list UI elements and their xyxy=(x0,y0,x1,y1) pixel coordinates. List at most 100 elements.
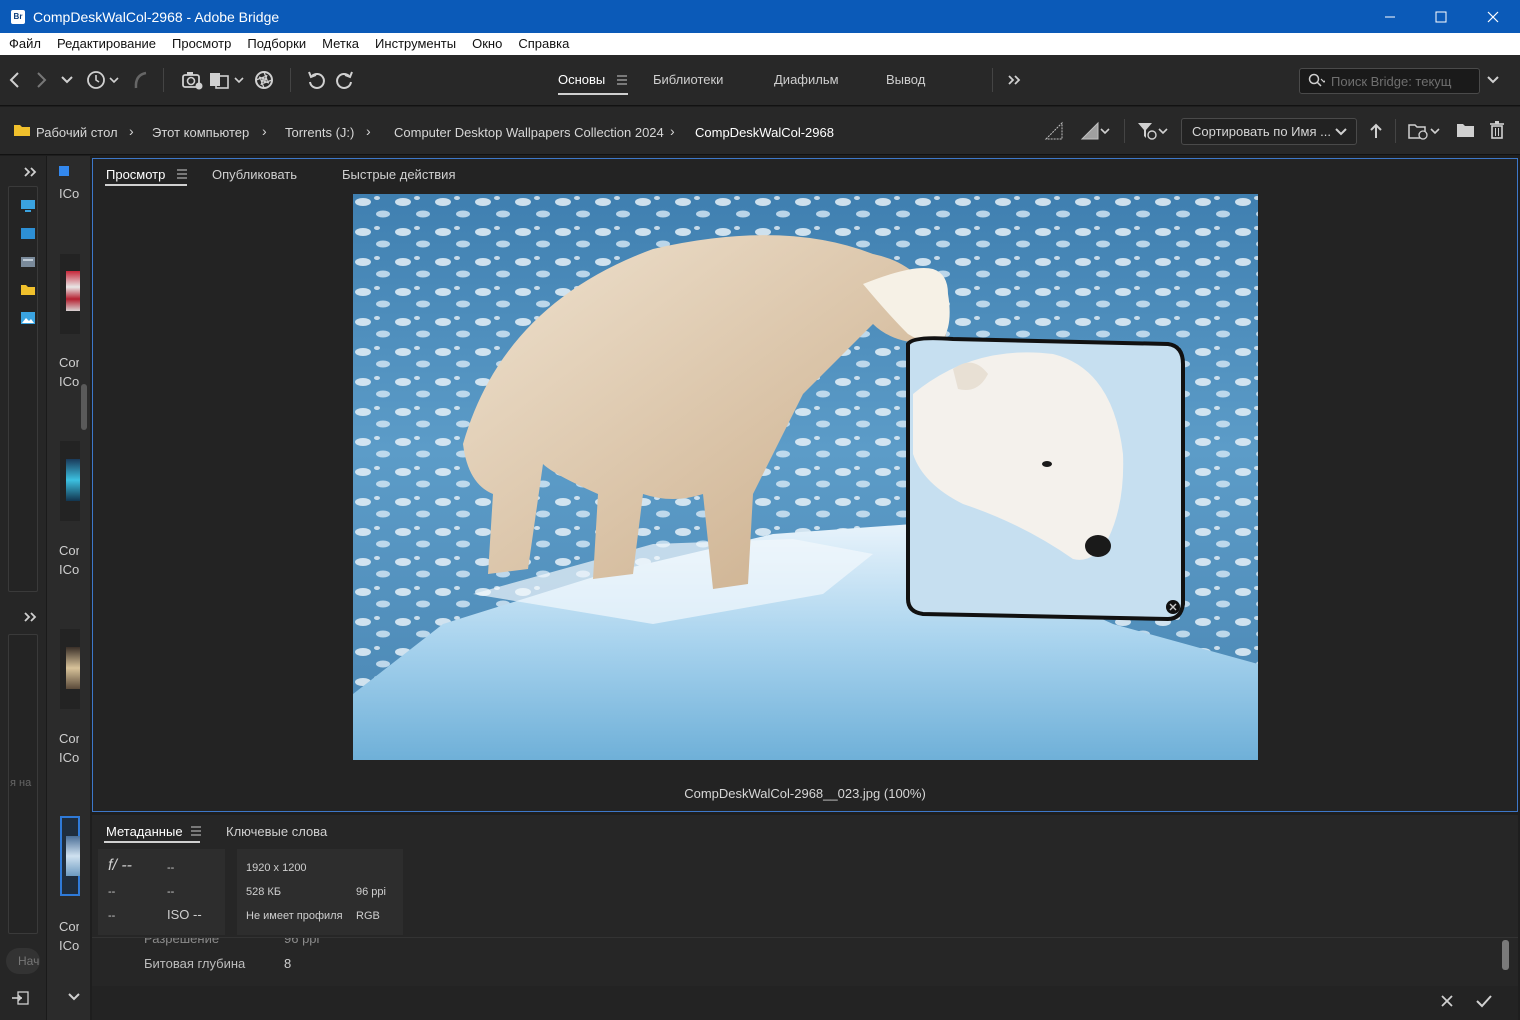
content-item-label[interactable]: Cor xyxy=(59,543,79,558)
content-item-label[interactable]: ICol xyxy=(59,562,79,577)
forward-button[interactable] xyxy=(32,68,50,92)
refine-button[interactable] xyxy=(208,68,246,92)
chevron-down-icon[interactable] xyxy=(67,992,81,1002)
tab-metadata[interactable]: Метаданные xyxy=(106,824,183,839)
sort-ascending-icon[interactable] xyxy=(1368,122,1384,140)
tab-publish[interactable]: Опубликовать xyxy=(212,167,297,182)
back-icon xyxy=(9,72,19,88)
rating-filter-icon[interactable] xyxy=(1080,121,1112,141)
metadata-scrollbar-thumb[interactable] xyxy=(1502,940,1509,970)
content-item-label[interactable]: Cor xyxy=(59,919,79,934)
history-icon xyxy=(87,71,119,89)
file-data-box: 1920 x 1200 528 КБ 96 ppi Не имеет профи… xyxy=(237,849,403,935)
panel-menu-icon[interactable] xyxy=(191,826,201,836)
favorites-pane xyxy=(8,186,38,592)
rotate-ccw-button[interactable] xyxy=(305,68,329,92)
chevron-down-icon xyxy=(1335,128,1347,136)
breadcrumb-this-pc[interactable]: Этот компьютер xyxy=(152,125,249,140)
breadcrumb-separator-icon[interactable]: › xyxy=(670,123,675,139)
select-all-checkbox[interactable] xyxy=(59,166,69,176)
content-item-thumbnail-selected[interactable] xyxy=(60,816,80,896)
content-scrollbar-thumb[interactable] xyxy=(81,384,87,430)
content-item-label[interactable]: Cor xyxy=(59,731,79,746)
search-box[interactable] xyxy=(1299,68,1480,94)
breadcrumb-desktop[interactable]: Рабочий стол xyxy=(36,125,118,140)
menu-window[interactable]: Окно xyxy=(464,33,510,55)
start-button-label: Нач xyxy=(18,954,40,968)
get-photos-button[interactable] xyxy=(180,68,204,92)
folder-icon xyxy=(21,285,35,295)
ev-value: -- xyxy=(108,886,116,898)
maximize-button[interactable] xyxy=(1415,0,1467,33)
content-item-thumbnail[interactable] xyxy=(60,441,80,521)
workspace-tab-filmstrip[interactable]: Диафильм xyxy=(774,72,839,87)
tab-preview[interactable]: Просмотр xyxy=(106,167,165,182)
workspace-tab-essentials[interactable]: Основы xyxy=(558,72,605,87)
breadcrumb-current-folder[interactable]: CompDeskWalCol-2968 xyxy=(695,125,834,140)
menu-stacks[interactable]: Подборки xyxy=(239,33,314,55)
expand-panel-icon[interactable] xyxy=(23,166,37,178)
back-button[interactable] xyxy=(6,68,24,92)
return-button[interactable] xyxy=(130,68,150,92)
menu-label[interactable]: Метка xyxy=(314,33,367,55)
menu-edit[interactable]: Редактирование xyxy=(49,33,164,55)
open-in-camera-raw-button[interactable] xyxy=(252,68,276,92)
pictures-icon xyxy=(21,312,35,324)
content-item-thumbnail[interactable] xyxy=(60,629,80,709)
dimensions-value: 1920 x 1200 xyxy=(246,862,307,874)
rotate-cw-button[interactable] xyxy=(332,68,356,92)
breadcrumb-separator-icon[interactable]: › xyxy=(262,123,267,139)
panel-menu-icon[interactable] xyxy=(177,169,187,179)
content-item-label[interactable]: ICol xyxy=(59,938,79,953)
content-item-label: ICol xyxy=(59,186,79,201)
camera-icon xyxy=(182,72,203,90)
menu-tools[interactable]: Инструменты xyxy=(367,33,464,55)
filter-icon[interactable] xyxy=(1136,120,1170,142)
start-button[interactable]: Нач xyxy=(6,948,40,974)
breadcrumb-separator-icon[interactable]: › xyxy=(129,123,134,139)
breadcrumb-collection[interactable]: Computer Desktop Wallpapers Collection 2… xyxy=(394,125,664,140)
menu-help[interactable]: Справка xyxy=(510,33,577,55)
new-folder-icon[interactable] xyxy=(1456,121,1476,139)
iso-value: ISO -- xyxy=(167,907,202,922)
sort-dropdown[interactable]: Сортировать по Имя ... xyxy=(1181,118,1357,145)
filter-pane-partial-text: я на xyxy=(10,777,32,789)
expand-panel-icon[interactable] xyxy=(23,611,37,623)
trash-icon[interactable] xyxy=(1489,120,1505,140)
preview-caption: CompDeskWalCol-2968__023.jpg (100%) xyxy=(684,786,926,801)
open-recent-folder-icon[interactable] xyxy=(1407,121,1443,141)
apply-checkmark-icon[interactable] xyxy=(1475,993,1493,1009)
breadcrumb-drive[interactable]: Torrents (J:) xyxy=(285,125,354,140)
menu-file[interactable]: Файл xyxy=(1,33,49,55)
filter-pane: я на xyxy=(8,634,38,934)
tab-quick-actions[interactable]: Быстрые действия xyxy=(342,167,455,182)
recent-dropdown-button[interactable] xyxy=(58,68,76,92)
workspace-tab-output[interactable]: Вывод xyxy=(886,72,925,87)
content-item-thumbnail[interactable] xyxy=(60,254,80,334)
minimize-button[interactable] xyxy=(1364,0,1416,33)
menu-view[interactable]: Просмотр xyxy=(164,33,239,55)
tab-keywords[interactable]: Ключевые слова xyxy=(226,824,327,839)
metadata-row-label: Битовая глубина xyxy=(144,956,246,971)
content-item-label[interactable]: ICol xyxy=(59,374,79,389)
workspace-menu-icon[interactable] xyxy=(616,71,628,89)
search-input[interactable] xyxy=(1331,73,1479,89)
workspace-tab-libraries[interactable]: Библиотеки xyxy=(653,72,723,87)
close-button[interactable] xyxy=(1467,0,1519,33)
cancel-icon[interactable] xyxy=(1439,993,1455,1009)
preview-image-polar-bear[interactable] xyxy=(353,194,1258,760)
quality-icon[interactable] xyxy=(1044,121,1064,141)
breadcrumb-separator-icon[interactable]: › xyxy=(366,123,371,139)
search-options-button[interactable] xyxy=(1484,68,1502,92)
more-workspaces-button[interactable] xyxy=(1006,68,1022,92)
content-item-label[interactable]: Cor xyxy=(59,355,79,370)
content-item-label[interactable]: ICol xyxy=(59,750,79,765)
import-icon[interactable] xyxy=(10,990,30,1006)
history-button[interactable] xyxy=(84,68,122,92)
focal-value: -- xyxy=(108,910,116,922)
ppi-value: 96 ppi xyxy=(356,886,386,898)
metadata-list: Разрешение 96 ppi Битовая глубина 8 xyxy=(92,937,1518,986)
toolbar-divider xyxy=(163,68,164,92)
chevron-down-icon xyxy=(61,76,73,84)
bottom-bar xyxy=(92,986,1518,1020)
